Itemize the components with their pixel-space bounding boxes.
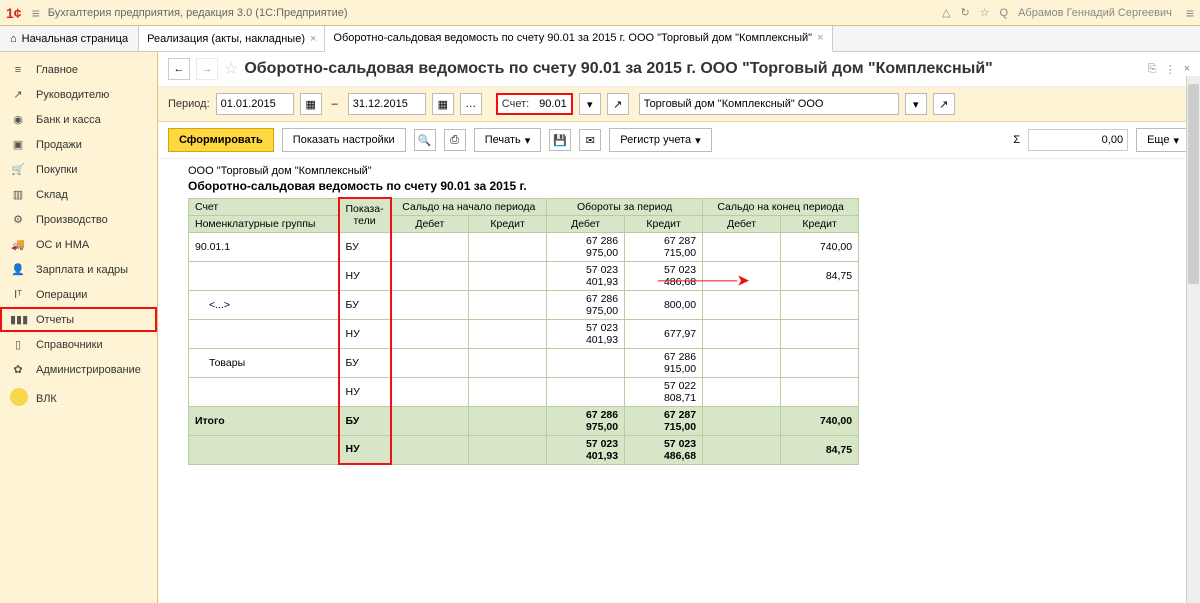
cart-icon: 🛒 xyxy=(10,163,26,176)
sidebar-hr[interactable]: 👤Зарплата и кадры xyxy=(0,257,157,282)
star-icon[interactable]: ☆ xyxy=(980,6,990,19)
org-input[interactable]: Торговый дом "Комплексный" ООО xyxy=(639,93,899,115)
sum-value: 0,00 xyxy=(1028,129,1128,151)
filter-button[interactable]: ⎙ xyxy=(444,129,466,151)
sidebar-stock[interactable]: ▥Склад xyxy=(0,182,157,207)
sidebar-production[interactable]: ⚙Производство xyxy=(0,207,157,232)
sidebar-bank[interactable]: ◉Банк и касса xyxy=(0,107,157,132)
settings-button[interactable]: Показать настройки xyxy=(282,128,406,152)
calendar-icon[interactable]: ▦ xyxy=(432,93,454,115)
bar-icon: ▮▮▮ xyxy=(10,313,26,326)
sidebar-reports[interactable]: ▮▮▮Отчеты xyxy=(0,307,157,332)
sidebar-refs[interactable]: ▯Справочники xyxy=(0,332,157,357)
search-icon[interactable]: Q xyxy=(1000,7,1009,19)
dropdown-icon[interactable]: ▾ xyxy=(579,93,601,115)
close-icon[interactable]: × xyxy=(310,33,316,45)
open-icon[interactable]: ↗ xyxy=(607,93,629,115)
save-button[interactable]: 💾 xyxy=(549,129,571,151)
table-row[interactable]: <...>БУ67 286 975,00800,00 xyxy=(189,290,859,319)
forward-button[interactable]: → xyxy=(196,58,218,80)
gear-icon: ✿ xyxy=(10,363,26,376)
tab-osv[interactable]: Оборотно-сальдовая ведомость по счету 90… xyxy=(325,26,832,52)
book-icon: ▯ xyxy=(10,338,26,351)
favorite-icon[interactable]: ☆ xyxy=(224,59,238,79)
sidebar-manager[interactable]: ↗Руководителю xyxy=(0,82,157,107)
bell-icon[interactable]: △ xyxy=(942,6,950,19)
sidebar: ≡Главное ↗Руководителю ◉Банк и касса ▣Пр… xyxy=(0,52,158,603)
email-button[interactable]: ✉ xyxy=(579,129,601,151)
logo-1c: 1¢ xyxy=(6,5,22,21)
home-tab[interactable]: ⌂ Начальная страница xyxy=(0,26,139,51)
list-icon: ≡ xyxy=(10,64,26,76)
print-button[interactable]: Печать▾ xyxy=(474,128,542,152)
table-row[interactable]: 90.01.1БУ67 286 975,0067 287 715,00740,0… xyxy=(189,232,859,261)
report-table: Счет Показа- тели Сальдо на начало перио… xyxy=(188,197,859,465)
dropdown-icon[interactable]: ▾ xyxy=(905,93,927,115)
table-row[interactable]: НУ57 022 808,71 xyxy=(189,377,859,406)
tag-icon: ▣ xyxy=(10,138,26,151)
link-icon[interactable]: ⎘ xyxy=(1148,63,1157,76)
menu-icon[interactable]: ≡ xyxy=(32,5,40,21)
open-icon[interactable]: ↗ xyxy=(933,93,955,115)
date-from-input[interactable]: 01.01.2015 xyxy=(216,93,294,115)
form-button[interactable]: Сформировать xyxy=(168,128,274,152)
account-input[interactable]: 90.01 xyxy=(535,98,567,110)
more-icon[interactable]: ⋮ xyxy=(1165,63,1176,76)
page-title: Оборотно-сальдовая ведомость по счету 90… xyxy=(244,60,992,78)
sidebar-vlk[interactable]: ВЛК xyxy=(0,382,157,415)
person-icon: 👤 xyxy=(10,263,26,276)
sidebar-purchases[interactable]: 🛒Покупки xyxy=(0,157,157,182)
tabs-bar: ⌂ Начальная страница Реализация (акты, н… xyxy=(0,26,1200,52)
truck-icon: 🚚 xyxy=(10,238,26,251)
user-menu-icon[interactable]: ≡ xyxy=(1186,5,1194,21)
stock-icon: ▥ xyxy=(10,188,26,201)
close-icon[interactable]: × xyxy=(1184,63,1190,76)
date-to-input[interactable]: 31.12.2015 xyxy=(348,93,426,115)
bank-icon: ◉ xyxy=(10,113,26,126)
sidebar-main[interactable]: ≡Главное xyxy=(0,58,157,82)
total-row: ИтогоБУ67 286 975,0067 287 715,00740,00 xyxy=(189,406,859,435)
calendar-icon[interactable]: ▦ xyxy=(300,93,322,115)
register-button[interactable]: Регистр учета▾ xyxy=(609,128,711,152)
vlk-icon xyxy=(10,388,26,409)
app-title: Бухгалтерия предприятия, редакция 3.0 (1… xyxy=(48,7,348,19)
table-row[interactable]: ТоварыБУ67 286 915,00 xyxy=(189,348,859,377)
sidebar-os[interactable]: 🚚ОС и НМА xyxy=(0,232,157,257)
user-name[interactable]: Абрамов Геннадий Сергеевич xyxy=(1018,7,1172,19)
account-field: Счет: 90.01 xyxy=(496,93,573,115)
table-row[interactable]: НУ57 023 401,93677,97 xyxy=(189,319,859,348)
top-bar: 1¢ ≡ Бухгалтерия предприятия, редакция 3… xyxy=(0,0,1200,26)
report-title: Оборотно-сальдовая ведомость по счету 90… xyxy=(168,179,1190,197)
report-org: ООО "Торговый дом "Комплексный" xyxy=(168,163,1190,179)
sidebar-operations[interactable]: ⅠᵀОперации xyxy=(0,282,157,307)
find-button[interactable]: 🔍 xyxy=(414,129,436,151)
period-label: Период: xyxy=(168,98,210,110)
table-row[interactable]: НУ57 023 401,9357 023 486,6884,75 xyxy=(189,261,859,290)
back-button[interactable]: ← xyxy=(168,58,190,80)
history-icon[interactable]: ↻ xyxy=(960,6,969,19)
close-icon[interactable]: × xyxy=(817,32,823,44)
home-icon: ⌂ xyxy=(10,33,17,45)
gear-icon: ⚙ xyxy=(10,213,26,226)
report-area: ООО "Торговый дом "Комплексный" Оборотно… xyxy=(158,159,1200,603)
ops-icon: Ⅰᵀ xyxy=(10,288,26,301)
tab-realization[interactable]: Реализация (акты, накладные) × xyxy=(139,26,325,51)
sidebar-admin[interactable]: ✿Администрирование xyxy=(0,357,157,382)
sigma-icon: Σ xyxy=(1013,134,1020,146)
content: ← → ☆ Оборотно-сальдовая ведомость по сч… xyxy=(158,52,1200,603)
period-select-button[interactable]: … xyxy=(460,93,482,115)
sidebar-sales[interactable]: ▣Продажи xyxy=(0,132,157,157)
more-button[interactable]: Еще▾ xyxy=(1136,128,1190,152)
chart-icon: ↗ xyxy=(10,88,26,101)
total-row: НУ57 023 401,9357 023 486,6884,75 xyxy=(189,435,859,464)
scrollbar[interactable] xyxy=(1186,76,1200,603)
